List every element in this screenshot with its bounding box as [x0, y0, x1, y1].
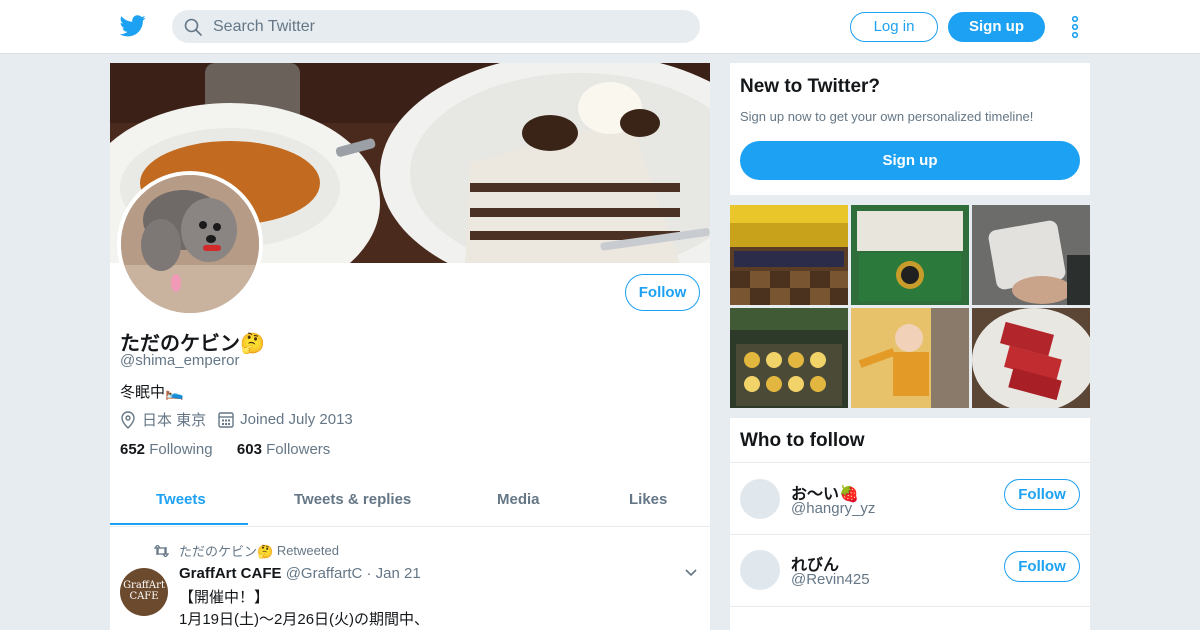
watch-box-thumbnail[interactable]	[851, 205, 969, 305]
sidebar-signup-button[interactable]: Sign up	[740, 141, 1080, 180]
retweet-icon	[154, 544, 169, 557]
suggested-user-handle[interactable]: @Revin425	[791, 571, 870, 588]
followers-link[interactable]: 603 Followers	[237, 441, 330, 458]
profile-handle[interactable]: @shima_emperor	[120, 352, 239, 369]
game-gacha-thumbnail[interactable]	[730, 308, 848, 408]
tab-tweets[interactable]: Tweets	[156, 491, 206, 508]
tab-likes[interactable]: Likes	[629, 491, 667, 508]
tweet-text-line: 1月19日(土)〜2月26日(火)の期間中、	[179, 611, 430, 628]
poodle-avatar-image	[121, 175, 259, 313]
new-to-twitter-module: New to Twitter? Sign up now to get your …	[730, 63, 1090, 195]
profile-joined: Joined July 2013	[240, 411, 353, 428]
raw-meat-thumbnail[interactable]	[972, 308, 1090, 408]
stage-performer-thumbnail[interactable]	[851, 308, 969, 408]
snack-package-thumbnail[interactable]	[972, 205, 1090, 305]
tab-media[interactable]: Media	[497, 491, 540, 508]
active-tab-indicator	[110, 523, 248, 525]
profile-avatar[interactable]	[117, 171, 263, 317]
profile-tabs: Tweets Tweets & replies Media Likes	[110, 477, 710, 527]
search-placeholder: Search Twitter	[213, 18, 315, 35]
follow-profile-button[interactable]: Follow	[625, 274, 700, 311]
tweet-author-handle[interactable]: @GraffartC	[286, 565, 363, 582]
suggested-user-handle[interactable]: @hangry_yz	[791, 500, 875, 517]
retweet-context: ただのケビン🤔 Retweeted	[154, 541, 339, 560]
game-screenshot-thumbnail[interactable]	[730, 205, 848, 305]
tab-tweets-and-replies[interactable]: Tweets & replies	[294, 491, 411, 508]
who-to-follow-title: Who to follow	[740, 430, 865, 451]
tweet-author-name[interactable]: GraffArt CAFE	[179, 565, 282, 582]
chevron-down-icon[interactable]	[685, 569, 697, 577]
following-count: 652	[120, 441, 146, 458]
tweet-date[interactable]: Jan 21	[376, 565, 421, 582]
location-icon	[121, 410, 135, 429]
profile-location: 日本 東京	[142, 412, 207, 429]
follow-button[interactable]: Follow	[1004, 551, 1080, 582]
avatar[interactable]	[740, 479, 780, 519]
avatar[interactable]	[740, 550, 780, 590]
tweet-text-line: 【開催中！】	[179, 589, 270, 606]
more-options-icon[interactable]	[1068, 15, 1082, 39]
new-to-twitter-subtitle: Sign up now to get your own personalized…	[740, 109, 1034, 124]
following-label: Following	[149, 441, 213, 458]
profile-meta: 日本 東京 Joined July 2013	[120, 409, 353, 430]
followers-count: 603	[236, 441, 262, 458]
following-link[interactable]: 652 Following	[120, 441, 213, 458]
followers-label: Followers	[266, 441, 331, 458]
retweeter-name[interactable]: ただのケビン🤔	[179, 541, 273, 560]
divider	[730, 606, 1090, 607]
photos-grid	[730, 205, 1090, 408]
profile-stats: 652 Following 603 Followers	[120, 441, 330, 458]
twitter-bird-icon[interactable]	[120, 14, 146, 38]
divider	[730, 534, 1090, 535]
profile-bio: 冬眠中🛌	[120, 384, 184, 401]
login-button[interactable]: Log in	[850, 12, 938, 42]
signup-button[interactable]: Sign up	[948, 12, 1045, 42]
profile-card: Follow ただのケビン🤔 @shima_emperor 冬眠中🛌 日本 東京…	[110, 63, 710, 630]
top-bar: Search Twitter Log in Sign up	[0, 0, 1200, 54]
tweet-header: GraffArt CAFE @GraffartC · Jan 21	[179, 565, 421, 582]
new-to-twitter-title: New to Twitter?	[740, 76, 881, 97]
search-input[interactable]: Search Twitter	[172, 10, 700, 43]
retweeted-label: Retweeted	[276, 543, 339, 558]
follow-button[interactable]: Follow	[1004, 479, 1080, 510]
search-icon	[184, 18, 202, 36]
divider	[730, 462, 1090, 463]
calendar-icon	[218, 412, 234, 428]
who-to-follow-module: Who to follow お～い🍓 @hangry_yz Follow れびん…	[730, 418, 1090, 630]
tweet-author-avatar[interactable]: GraffArt CAFE	[120, 568, 168, 616]
